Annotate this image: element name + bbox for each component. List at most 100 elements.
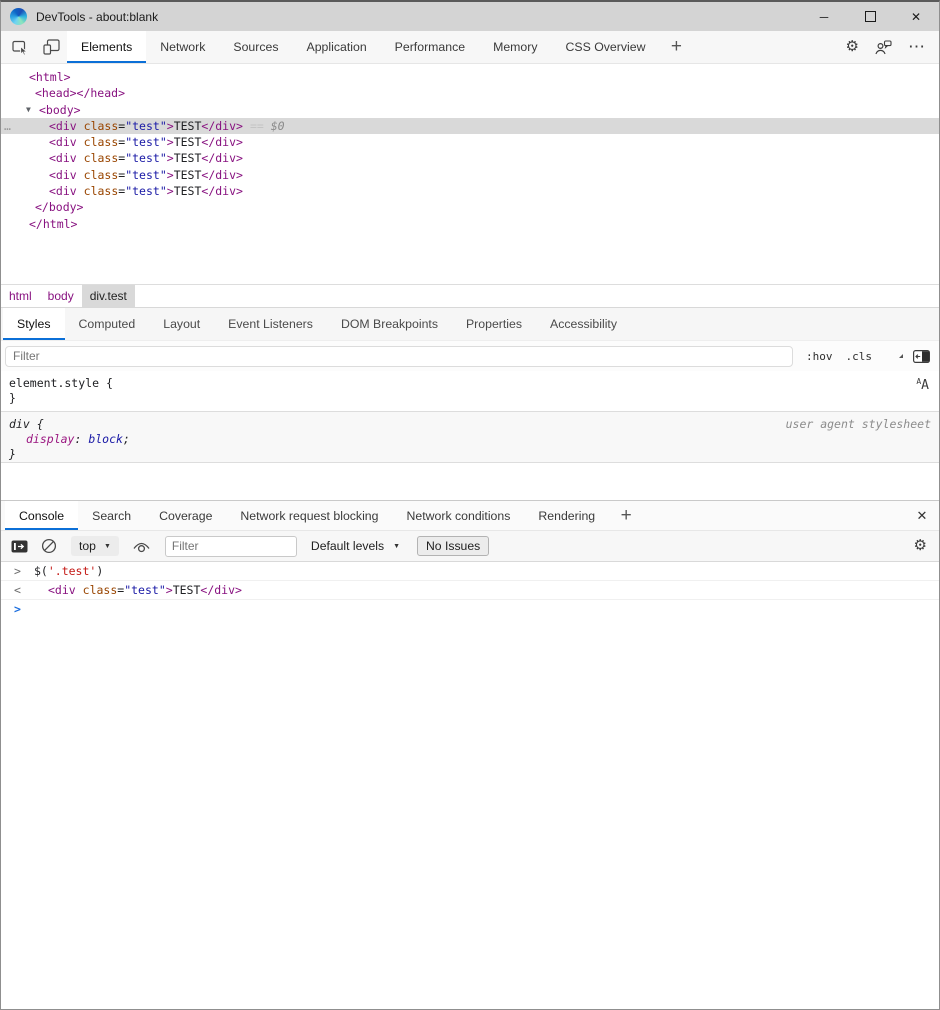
styles-tab-event-listeners[interactable]: Event Listeners <box>214 308 327 340</box>
overflow-dots-gutter: … <box>4 118 10 134</box>
inspect-element-button[interactable] <box>5 31 36 63</box>
feedback-button[interactable] <box>875 40 892 55</box>
console-filter-input[interactable] <box>165 536 297 557</box>
create-live-expression-button[interactable] <box>132 540 151 553</box>
code-token: <div <box>49 151 77 165</box>
code-token: "test" <box>125 135 167 149</box>
console-sidebar-toggle-button[interactable] <box>11 540 28 553</box>
colon: : <box>74 432 88 446</box>
console-sidebar-icon <box>11 540 28 553</box>
tab-label: Application <box>307 40 367 54</box>
pseudo-state-toggle[interactable]: :hov <box>806 350 833 363</box>
breadcrumb-item-html[interactable]: html <box>1 285 40 307</box>
console-messages-area[interactable]: >$('.test')<<div class="test">TEST</div>… <box>1 562 939 1009</box>
maximize-button[interactable] <box>847 2 893 31</box>
console-prompt-row[interactable]: > <box>1 600 939 618</box>
code-token <box>77 135 84 149</box>
tab-css-overview[interactable]: CSS Overview <box>552 31 660 63</box>
styles-tab-styles[interactable]: Styles <box>3 308 65 340</box>
stylesheet-origin-label: user agent stylesheet <box>786 417 931 432</box>
tab-label: Coverage <box>159 509 212 523</box>
drawer-more-tools-button[interactable]: + <box>609 501 643 530</box>
close-icon: ✕ <box>911 10 921 24</box>
element-style-section[interactable]: element.style { } AA <box>1 371 939 412</box>
tab-label: Layout <box>163 317 200 331</box>
javascript-context-selector[interactable]: top ▼ <box>71 536 119 556</box>
issues-counter-button[interactable]: No Issues <box>417 536 489 556</box>
console-result-row[interactable]: <<div class="test">TEST</div> <box>1 581 939 600</box>
breadcrumb-item-body[interactable]: body <box>40 285 82 307</box>
user-agent-rule-section[interactable]: div { user agent stylesheet display: blo… <box>1 412 939 463</box>
dom-tree-row[interactable]: <head></head> <box>1 85 939 101</box>
console-settings-button[interactable]: ⚙ <box>914 537 939 555</box>
expand-arrow-icon[interactable]: ▼ <box>26 102 31 118</box>
log-levels-dropdown[interactable]: Default levels ▼ <box>311 539 400 553</box>
element-classes-toggle[interactable]: .cls <box>846 350 873 363</box>
dock-panel-icon <box>913 350 930 363</box>
elements-dom-tree: <html><head></head>▼<body>…<div class="t… <box>1 64 939 284</box>
tab-label: DOM Breakpoints <box>341 317 438 331</box>
code-token: $( <box>34 564 48 578</box>
css-property-value: block <box>88 432 123 446</box>
dom-tree-row[interactable]: <div class="test">TEST</div> <box>1 167 939 183</box>
drawer-tab-rendering[interactable]: Rendering <box>524 501 609 530</box>
dom-tree-row[interactable]: <div class="test">TEST</div> <box>1 134 939 150</box>
styles-tab-computed[interactable]: Computed <box>65 308 150 340</box>
minimize-button[interactable]: ─ <box>801 2 847 31</box>
code-token: </body> <box>35 200 83 214</box>
code-token: </div> <box>200 583 242 597</box>
breadcrumb-item-div-test[interactable]: div.test <box>82 285 135 307</box>
computed-sidebar-toggle-button[interactable] <box>913 350 930 363</box>
minimize-icon: ─ <box>820 10 829 24</box>
open-brace: { <box>37 417 44 431</box>
more-options-button[interactable]: ⋯ <box>908 37 926 57</box>
settings-button[interactable]: ⚙ <box>846 38 859 56</box>
dom-tree-row[interactable]: ▼<body> <box>1 102 939 118</box>
code-token <box>76 583 83 597</box>
styles-tab-accessibility[interactable]: Accessibility <box>536 308 631 340</box>
drawer-tab-network-request-blocking[interactable]: Network request blocking <box>226 501 392 530</box>
styles-filter-toolbar: :hov .cls <box>1 340 939 371</box>
tab-sources[interactable]: Sources <box>219 31 292 63</box>
styles-filter-input[interactable] <box>5 346 793 367</box>
tab-memory[interactable]: Memory <box>479 31 551 63</box>
dom-tree-row[interactable]: </html> <box>1 216 939 232</box>
breadcrumb: htmlbodydiv.test <box>1 284 939 307</box>
clear-console-button[interactable] <box>41 538 57 554</box>
dom-tree-row[interactable]: <div class="test">TEST</div> <box>1 183 939 199</box>
code-token: '.test' <box>48 564 96 578</box>
code-token: ) <box>96 564 103 578</box>
font-editor-button[interactable]: AA <box>916 378 929 393</box>
console-input-row[interactable]: >$('.test') <box>1 562 939 581</box>
drawer-tab-coverage[interactable]: Coverage <box>145 501 226 530</box>
dom-tree-row[interactable]: </body> <box>1 199 939 215</box>
dom-tree-row[interactable]: <html> <box>1 69 939 85</box>
equals-marker: == <box>250 119 271 133</box>
drawer-tab-console[interactable]: Console <box>5 501 78 530</box>
tab-label: Computed <box>79 317 136 331</box>
tab-performance[interactable]: Performance <box>381 31 479 63</box>
styles-tab-properties[interactable]: Properties <box>452 308 536 340</box>
more-tabs-button[interactable]: + <box>659 31 693 63</box>
tab-application[interactable]: Application <box>293 31 381 63</box>
tab-label: Network request blocking <box>240 509 378 523</box>
tabbar-right-icons: ⚙ ⋯ <box>846 31 939 63</box>
drawer-tab-network-conditions[interactable]: Network conditions <box>393 501 525 530</box>
code-token: <html> <box>29 70 71 84</box>
console-prompt-chevron-icon: > <box>14 600 21 618</box>
tab-label: CSS Overview <box>566 40 646 54</box>
styles-tab-layout[interactable]: Layout <box>149 308 214 340</box>
dom-tree-row[interactable]: <div class="test">TEST</div> <box>1 150 939 166</box>
dom-tree-row[interactable]: …<div class="test">TEST</div>== $0 <box>1 118 939 134</box>
tab-network[interactable]: Network <box>146 31 219 63</box>
issues-label: No Issues <box>426 539 480 553</box>
code-token: TEST <box>174 119 202 133</box>
close-button[interactable]: ✕ <box>893 2 939 31</box>
device-toolbar-button[interactable] <box>36 31 67 63</box>
drawer-tab-search[interactable]: Search <box>78 501 145 530</box>
tab-elements[interactable]: Elements <box>67 31 146 63</box>
styles-tab-dom-breakpoints[interactable]: DOM Breakpoints <box>327 308 452 340</box>
close-drawer-button[interactable]: ✕ <box>905 501 939 530</box>
code-token: TEST <box>174 168 202 182</box>
css-declaration[interactable]: display: block; <box>9 432 931 447</box>
